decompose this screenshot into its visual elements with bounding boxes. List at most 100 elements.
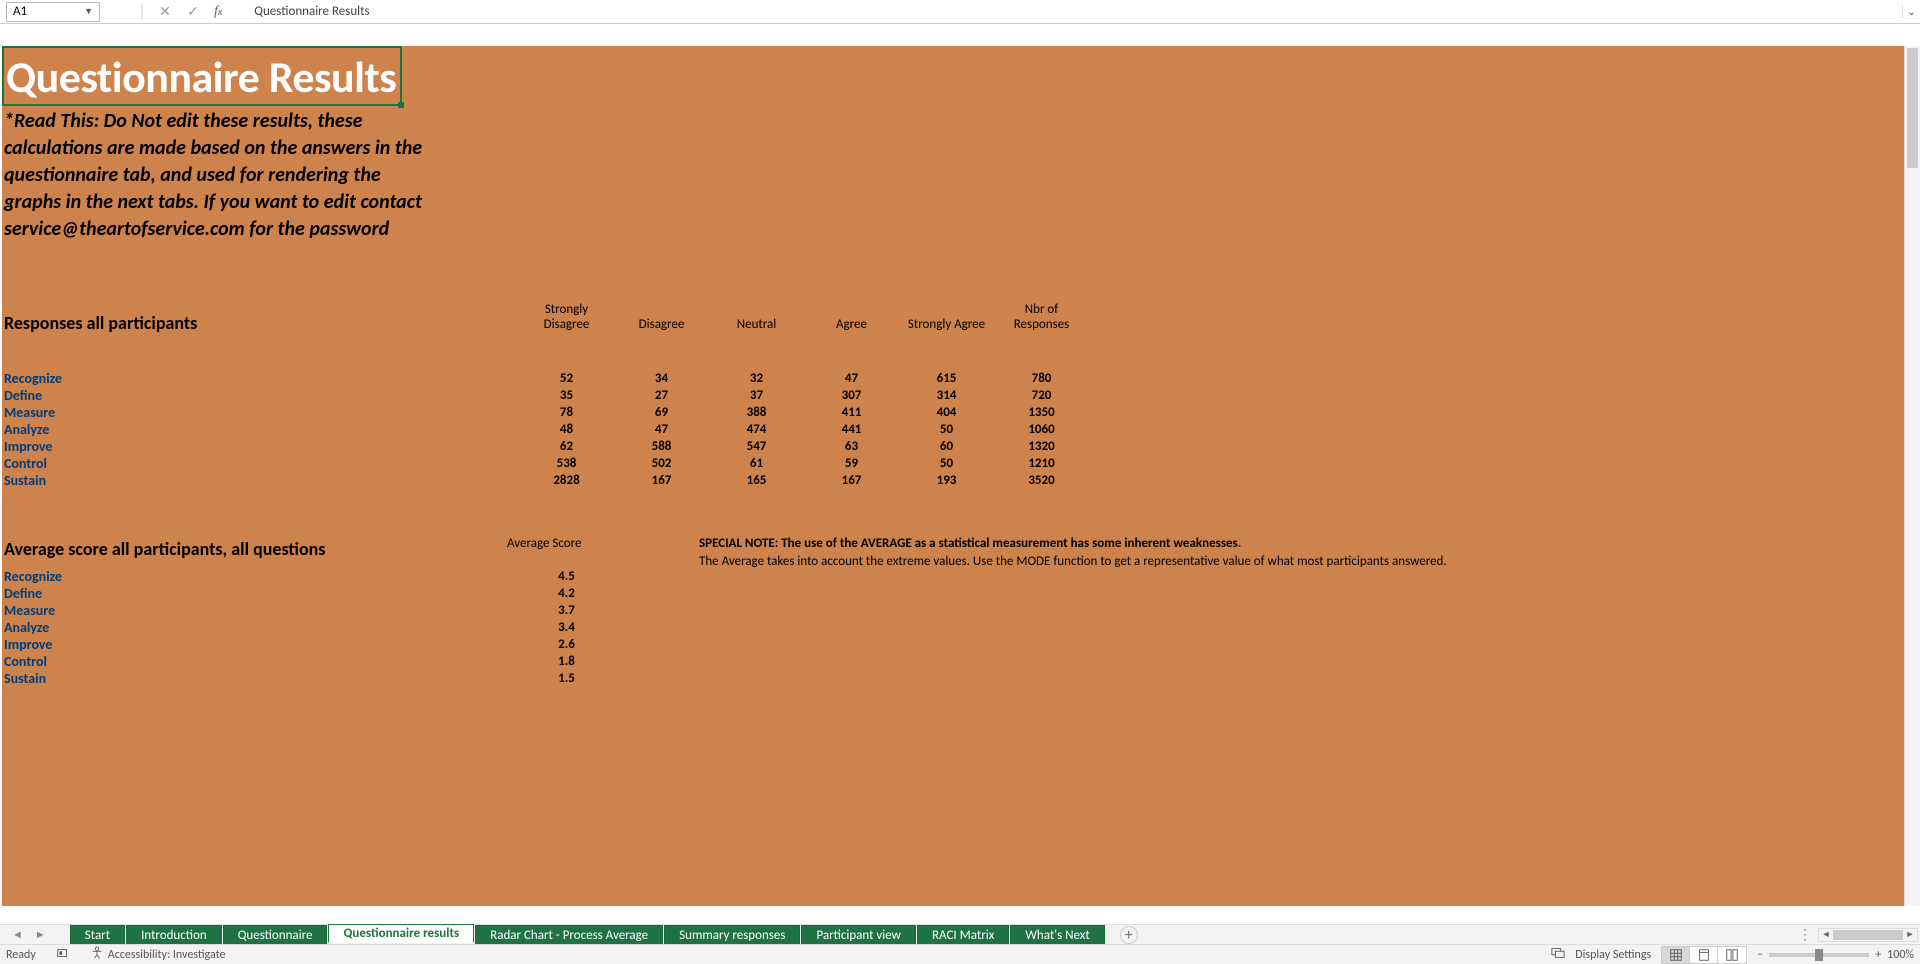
- sheet-tab[interactable]: Start: [70, 925, 125, 944]
- view-switcher: [1661, 946, 1747, 964]
- row-label: Recognize: [4, 568, 519, 585]
- name-box-dropdown-icon[interactable]: ▼: [84, 6, 93, 17]
- formula-expand-icon[interactable]: ⌄: [1902, 5, 1920, 18]
- cancel-formula-icon[interactable]: ✕: [156, 3, 174, 21]
- formula-input[interactable]: Questionnaire Results: [254, 4, 1902, 19]
- vertical-scrollbar[interactable]: [1904, 46, 1920, 906]
- worksheet-canvas[interactable]: Questionnaire Results *Read This: Do Not…: [2, 46, 1904, 906]
- zoom-out-button[interactable]: −: [1757, 948, 1763, 962]
- col-header: Strongly Agree: [899, 317, 994, 332]
- table-row: Recognize4.5: [4, 568, 614, 585]
- row-label: Measure: [4, 404, 519, 421]
- data-cell: 52: [519, 370, 614, 387]
- table-row: Analyze3.4: [4, 619, 614, 636]
- fx-icon[interactable]: fx: [214, 4, 222, 20]
- table-row: Control1.8: [4, 653, 614, 670]
- view-normal-button[interactable]: [1662, 947, 1690, 963]
- data-cell: 3520: [994, 472, 1089, 489]
- averages-table: Recognize4.5Define4.2Measure3.7Analyze3.…: [4, 568, 614, 687]
- divider: │: [138, 2, 146, 21]
- data-cell: 2.6: [519, 636, 614, 653]
- hscroll-right-icon[interactable]: ►: [1903, 929, 1917, 940]
- col-header: StronglyDisagree: [519, 302, 614, 332]
- name-box[interactable]: A1 ▼: [6, 2, 100, 22]
- special-note-bold: SPECIAL NOTE: The use of the AVERAGE as …: [699, 536, 1241, 551]
- data-cell: 1350: [994, 404, 1089, 421]
- accessibility-icon[interactable]: [90, 946, 104, 964]
- data-cell: 1060: [994, 421, 1089, 438]
- data-cell: 59: [804, 455, 899, 472]
- data-cell: 32: [709, 370, 804, 387]
- sheet-tab[interactable]: Introduction: [126, 925, 222, 944]
- confirm-formula-icon[interactable]: ✓: [184, 3, 202, 21]
- display-settings-icon[interactable]: [1551, 946, 1565, 964]
- sheet-tab[interactable]: Radar Chart - Process Average: [475, 925, 663, 944]
- horizontal-scrollbar-thumb[interactable]: [1833, 930, 1903, 940]
- vertical-scrollbar-thumb[interactable]: [1907, 48, 1918, 168]
- name-box-value: A1: [13, 4, 27, 19]
- tab-nav-next-icon[interactable]: ►: [35, 928, 46, 941]
- data-cell: 62: [519, 438, 614, 455]
- data-cell: 193: [899, 472, 994, 489]
- view-page-layout-button[interactable]: [1690, 947, 1718, 963]
- row-label: Define: [4, 387, 519, 404]
- data-cell: 48: [519, 421, 614, 438]
- data-cell: 35: [519, 387, 614, 404]
- table-row: Analyze4847474441501060: [4, 421, 1089, 438]
- table-row: Sustain28281671651671933520: [4, 472, 1089, 489]
- sheet-tab[interactable]: Participant view: [801, 925, 916, 944]
- horizontal-scrollbar[interactable]: ◄ ►: [1818, 928, 1918, 942]
- data-cell: 1.5: [519, 670, 614, 687]
- col-header: Agree: [804, 317, 899, 332]
- sheet-tab[interactable]: Questionnaire: [223, 925, 328, 944]
- sheet-tab[interactable]: Summary responses: [664, 925, 800, 944]
- view-page-break-button[interactable]: [1718, 947, 1746, 963]
- data-cell: 720: [994, 387, 1089, 404]
- row-label: Sustain: [4, 472, 519, 489]
- macro-record-icon[interactable]: [56, 946, 70, 964]
- row-label: Control: [4, 653, 519, 670]
- data-cell: 165: [709, 472, 804, 489]
- row-label: Measure: [4, 602, 519, 619]
- data-cell: 167: [614, 472, 709, 489]
- table-row: Sustain1.5: [4, 670, 614, 687]
- data-cell: 3.4: [519, 619, 614, 636]
- data-cell: 615: [899, 370, 994, 387]
- data-cell: 60: [899, 438, 994, 455]
- tab-nav-prev-icon[interactable]: ◄: [12, 928, 23, 941]
- zoom-slider[interactable]: [1769, 953, 1869, 957]
- sheet-tab[interactable]: RACI Matrix: [917, 925, 1009, 944]
- sheet-tab[interactable]: Questionnaire results: [328, 924, 474, 943]
- row-label: Improve: [4, 636, 519, 653]
- average-score-column-label: Average Score: [507, 536, 581, 551]
- status-accessibility[interactable]: Accessibility: Investigate: [108, 948, 226, 962]
- row-label: Analyze: [4, 619, 519, 636]
- data-cell: 1320: [994, 438, 1089, 455]
- data-cell: 538: [519, 455, 614, 472]
- sheet-tab[interactable]: What's Next: [1010, 925, 1104, 944]
- row-label: Sustain: [4, 670, 519, 687]
- zoom-level[interactable]: 100%: [1887, 948, 1914, 962]
- table-row: Improve2.6: [4, 636, 614, 653]
- data-cell: 588: [614, 438, 709, 455]
- data-cell: 307: [804, 387, 899, 404]
- data-cell: 1210: [994, 455, 1089, 472]
- data-cell: 3.7: [519, 602, 614, 619]
- zoom-in-button[interactable]: +: [1875, 948, 1881, 962]
- table-row: Define352737307314720: [4, 387, 1089, 404]
- hscroll-left-icon[interactable]: ◄: [1819, 929, 1833, 940]
- data-cell: 411: [804, 404, 899, 421]
- display-settings-label[interactable]: Display Settings: [1575, 948, 1651, 962]
- col-header: Disagree: [614, 317, 709, 332]
- col-header: Nbr ofResponses: [994, 302, 1089, 332]
- data-cell: 547: [709, 438, 804, 455]
- special-note-sub: The Average takes into account the extre…: [699, 554, 1447, 569]
- tab-strip-options-icon[interactable]: ⋮: [1792, 926, 1818, 943]
- col-header: Neutral: [709, 317, 804, 332]
- add-sheet-button[interactable]: +: [1120, 926, 1138, 944]
- status-ready: Ready: [6, 948, 36, 962]
- row-label: Recognize: [4, 370, 519, 387]
- row-label: Improve: [4, 438, 519, 455]
- cell-a1-selection[interactable]: Questionnaire Results: [2, 46, 402, 106]
- data-cell: 2828: [519, 472, 614, 489]
